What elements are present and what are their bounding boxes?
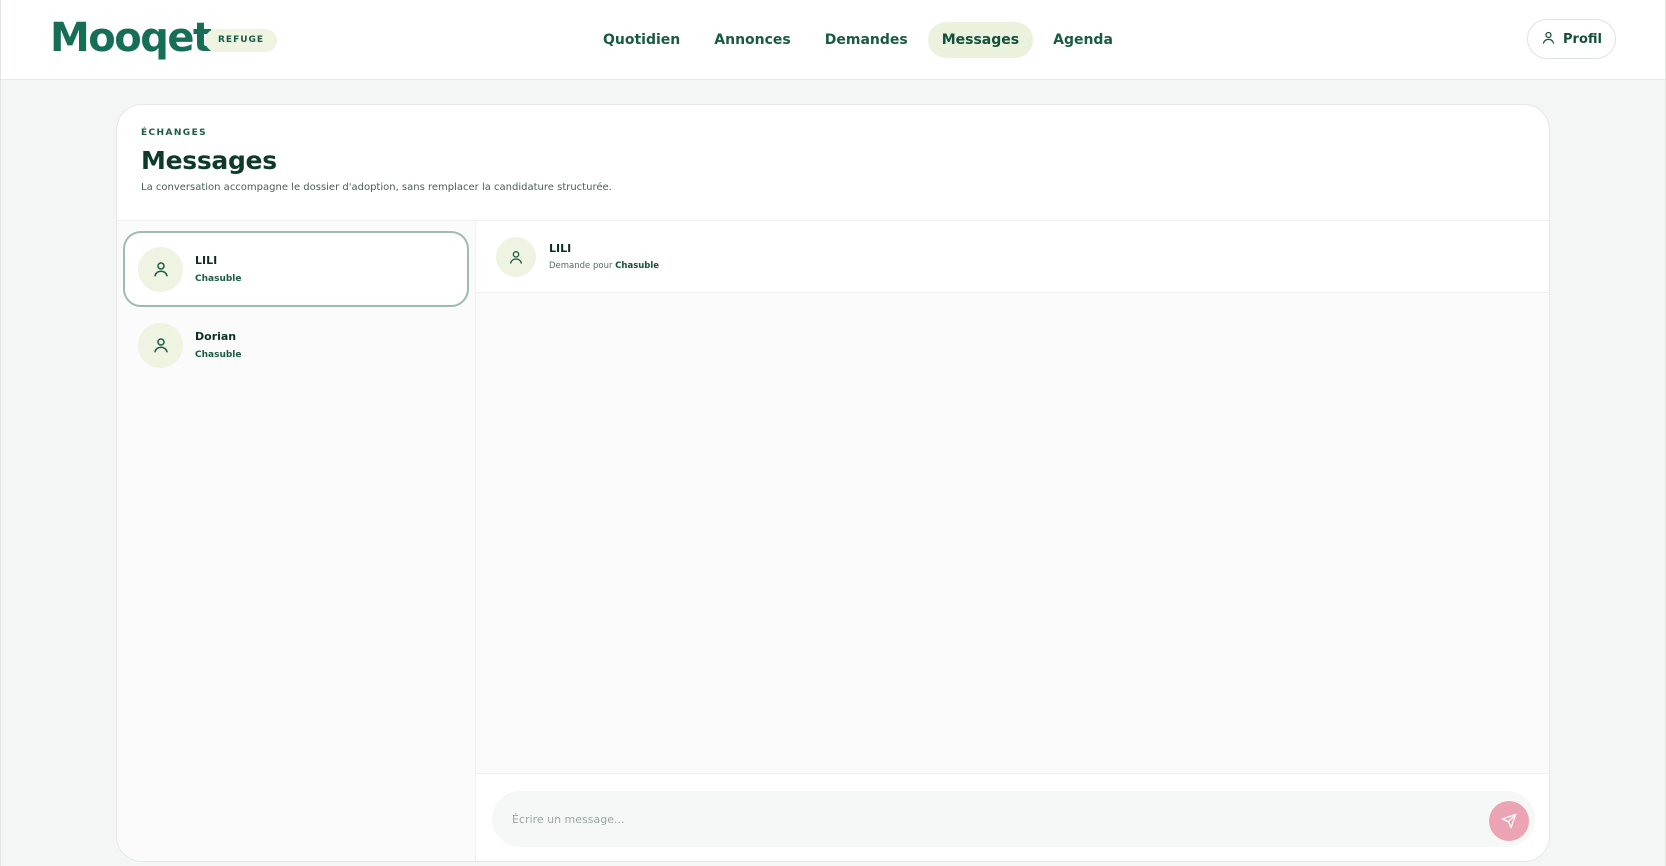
conversation-pet: Chasuble (195, 274, 242, 284)
chat-contact-name: LILI (549, 242, 572, 255)
section-eyebrow: ÉCHANGES (141, 128, 207, 138)
nav-item-agenda[interactable]: Agenda (1039, 22, 1127, 58)
conversation-item-lili[interactable]: LILI Chasuble (123, 231, 469, 307)
user-icon (1541, 30, 1556, 49)
send-button[interactable] (1489, 801, 1529, 841)
nav-item-annonces[interactable]: Annonces (700, 22, 804, 58)
avatar (138, 322, 183, 368)
message-input[interactable] (512, 791, 1452, 847)
user-icon (153, 262, 168, 277)
top-bar: Mooqet REFUGE Quotidien Annonces Demande… (1, 0, 1665, 80)
message-composer (492, 791, 1535, 847)
nav-item-quotidien[interactable]: Quotidien (589, 22, 694, 58)
chat-pane: LILI Demande pour Chasuble (476, 221, 1549, 861)
main-nav: Quotidien Annonces Demandes Messages Age… (589, 21, 1127, 58)
logo[interactable]: Mooqet (50, 18, 212, 58)
profile-label: Profil (1563, 31, 1602, 47)
nav-item-messages[interactable]: Messages (927, 21, 1034, 58)
nav-item-demandes[interactable]: Demandes (811, 22, 922, 58)
conversation-name: LILI (195, 254, 218, 267)
page-subtitle: La conversation accompagne le dossier d'… (141, 182, 612, 193)
chat-header: LILI Demande pour Chasuble (476, 221, 1549, 293)
app-page: Mooqet REFUGE Quotidien Annonces Demande… (0, 0, 1666, 866)
chat-request-info: Demande pour Chasuble (549, 261, 659, 271)
conversation-name: Dorian (195, 330, 237, 343)
user-icon (153, 338, 168, 353)
composer-area (476, 773, 1549, 861)
conversation-item-dorian[interactable]: Dorian Chasuble (123, 307, 469, 383)
card-header: ÉCHANGES Messages La conversation accomp… (117, 105, 1549, 221)
messages-card: ÉCHANGES Messages La conversation accomp… (116, 104, 1550, 862)
send-icon (1501, 813, 1517, 829)
user-icon (510, 250, 522, 264)
conversation-pet: Chasuble (195, 350, 242, 360)
role-badge: REFUGE (205, 29, 278, 52)
avatar (496, 236, 536, 277)
page-title: Messages (141, 146, 277, 175)
conversation-list: LILI Chasuble Dorian Chasuble (117, 221, 476, 861)
profile-button[interactable]: Profil (1527, 19, 1616, 59)
avatar (138, 246, 183, 292)
chat-request-prefix: Demande pour (549, 261, 613, 271)
message-thread[interactable] (476, 293, 1549, 773)
chat-request-pet: Chasuble (615, 261, 660, 271)
